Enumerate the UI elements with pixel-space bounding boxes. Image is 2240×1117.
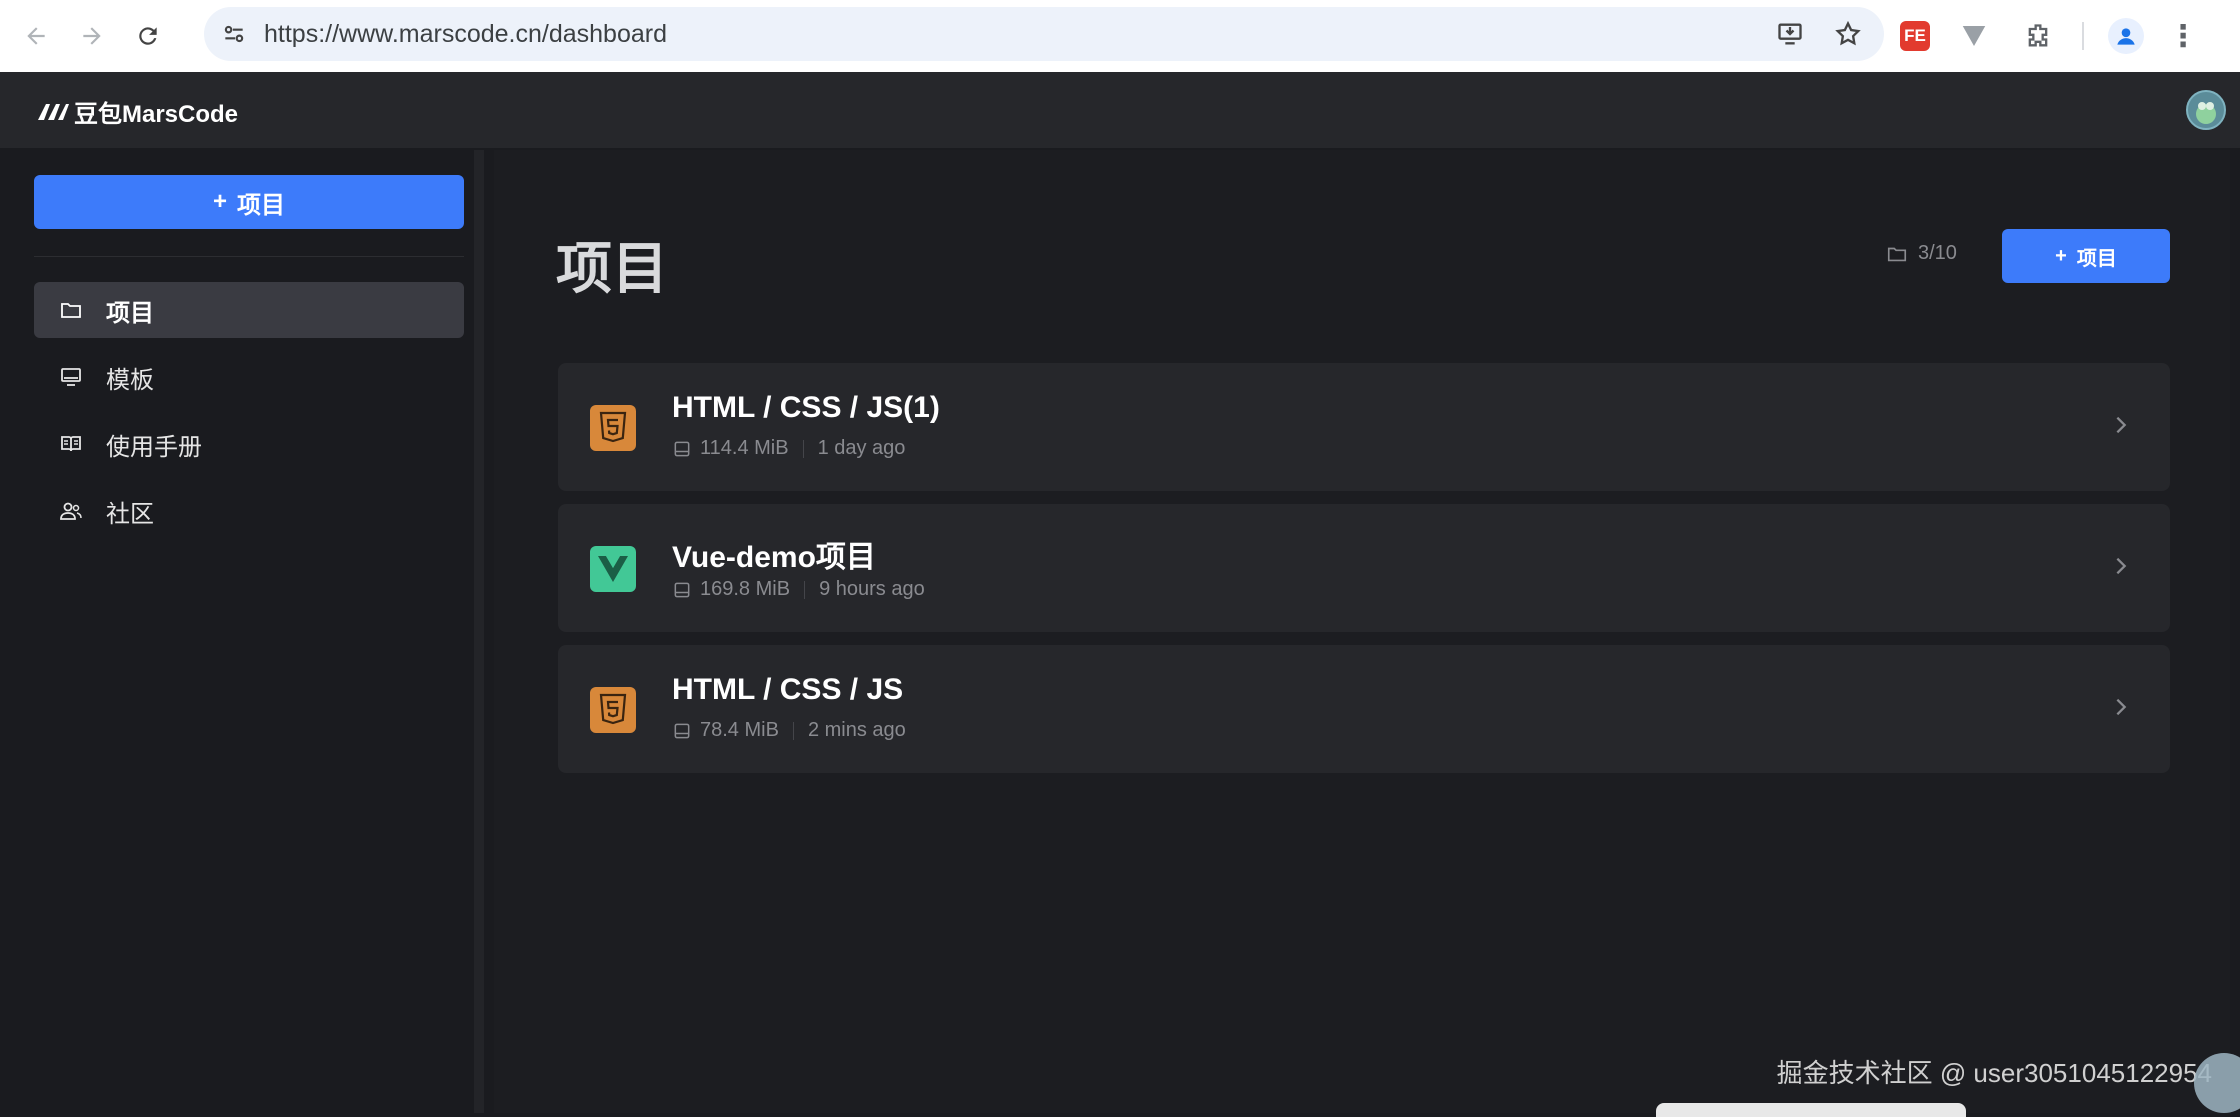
sidebar-item-label: 模板 — [106, 366, 154, 394]
back-button[interactable] — [16, 16, 56, 56]
project-size: 78.4 MiB — [700, 719, 779, 741]
sidebar-item-manual[interactable]: 使用手册 — [34, 416, 464, 472]
forward-button[interactable] — [72, 16, 112, 56]
project-card[interactable]: Vue-demo项目 169.8 MiB 9 hours ago — [558, 504, 2170, 632]
browser-toolbar: https://www.marscode.cn/dashboard FE ⋮ — [0, 0, 2240, 72]
sidebar-item-label: 社区 — [106, 500, 154, 528]
reload-icon — [139, 27, 157, 45]
bottom-panel-tab[interactable] — [1656, 1103, 1966, 1117]
users-icon — [58, 498, 84, 524]
project-card[interactable]: HTML / CSS / JS 78.4 MiB 2 mins ago — [558, 645, 2170, 773]
disk-icon — [674, 582, 690, 597]
monitor-icon — [58, 364, 84, 390]
project-meta: 78.4 MiB 2 mins ago — [672, 719, 906, 742]
sidebar: + 项目 项目 模板 使用手册 社区 — [14, 150, 484, 1113]
logo-text: 豆包MarsCode — [74, 101, 239, 128]
chevron-right-icon — [2110, 552, 2132, 584]
project-list: HTML / CSS / JS(1) 114.4 MiB 1 day ago V… — [558, 363, 2170, 786]
sidebar-nav: 项目 模板 使用手册 社区 — [34, 282, 464, 550]
html5-icon — [590, 687, 636, 733]
sidebar-item-projects[interactable]: 项目 — [34, 282, 464, 338]
profile-icon[interactable] — [2108, 18, 2144, 54]
book-icon — [58, 431, 84, 457]
url-text: https://www.marscode.cn/dashboard — [264, 19, 667, 48]
project-card[interactable]: HTML / CSS / JS(1) 114.4 MiB 1 day ago — [558, 363, 2170, 491]
project-name: HTML / CSS / JS(1) — [672, 391, 940, 424]
meta-divider — [792, 721, 794, 740]
plus-icon: + — [2055, 244, 2067, 267]
quota-text: 3/10 — [1918, 242, 1957, 264]
folder-icon — [1887, 247, 1907, 261]
toolbar-divider — [2082, 22, 2084, 50]
new-project-button[interactable]: + 项目 — [2002, 229, 2170, 283]
project-size: 114.4 MiB — [700, 437, 789, 459]
watermark-text: 掘金技术社区 @ user3051045122954 — [1776, 1058, 2212, 1088]
user-avatar[interactable] — [2186, 90, 2226, 130]
new-project-label: 项目 — [237, 191, 285, 219]
sidebar-item-label: 使用手册 — [106, 433, 202, 461]
project-meta: 114.4 MiB 1 day ago — [672, 437, 905, 460]
project-quota: 3/10 — [1886, 242, 1957, 265]
sidebar-item-templates[interactable]: 模板 — [34, 349, 464, 405]
arrow-right-icon — [83, 27, 101, 45]
install-app-icon[interactable] — [1770, 14, 1810, 54]
new-project-button-sidebar[interactable]: + 项目 — [34, 175, 464, 229]
app-header: 豆包MarsCode — [0, 72, 2240, 148]
vue-icon — [590, 546, 636, 592]
project-time: 9 hours ago — [819, 578, 925, 600]
disk-icon — [674, 723, 690, 738]
plus-icon: + — [212, 188, 227, 215]
project-name: HTML / CSS / JS — [672, 673, 904, 706]
fe-extension-icon[interactable]: FE — [1900, 21, 1930, 51]
arrow-left-icon — [27, 27, 45, 45]
marscode-logo[interactable]: 豆包MarsCode — [36, 94, 238, 129]
project-meta: 169.8 MiB 9 hours ago — [672, 578, 925, 601]
chevron-right-icon — [2110, 693, 2132, 725]
sidebar-divider — [34, 256, 464, 257]
folder-icon — [58, 297, 84, 323]
address-bar[interactable]: https://www.marscode.cn/dashboard — [204, 7, 1884, 61]
bookmark-star-icon[interactable] — [1828, 14, 1868, 54]
new-project-label: 项目 — [2076, 247, 2117, 270]
html5-icon — [590, 405, 636, 451]
project-time: 1 day ago — [817, 437, 906, 459]
meta-divider — [804, 580, 806, 599]
page-title: 项目 — [556, 237, 668, 300]
extensions-puzzle-icon[interactable] — [2018, 16, 2058, 56]
chevron-right-icon — [2110, 411, 2132, 443]
main-content: 项目 3/10 + 项目 HTML / CSS / JS(1) 114.4 Mi… — [494, 150, 2230, 1113]
browser-menu-icon[interactable]: ⋮ — [2168, 19, 2198, 54]
site-info-icon[interactable] — [214, 14, 254, 54]
reload-button[interactable] — [128, 16, 168, 56]
meta-divider — [802, 439, 804, 458]
project-name: Vue-demo项目 — [672, 541, 876, 574]
sidebar-item-community[interactable]: 社区 — [34, 483, 464, 539]
v-extension-icon[interactable] — [1954, 16, 1994, 56]
sidebar-item-label: 项目 — [106, 299, 154, 327]
extensions-area: FE ⋮ — [1900, 12, 2198, 60]
project-size: 169.8 MiB — [700, 578, 791, 600]
marscode-logo-icon — [38, 103, 69, 120]
project-time: 2 mins ago — [807, 719, 906, 741]
disk-icon — [674, 441, 690, 456]
